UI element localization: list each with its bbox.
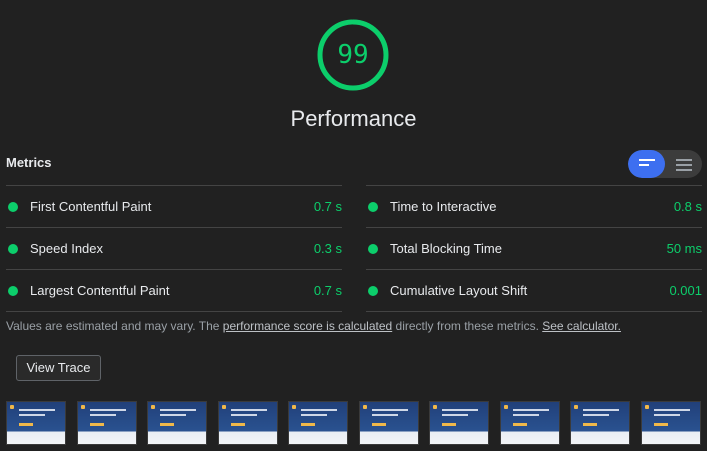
metric-value: 0.001	[669, 283, 702, 298]
logo-icon	[433, 405, 437, 409]
score-gauge: 99	[317, 19, 389, 91]
metric-value: 0.8 s	[673, 199, 702, 214]
score-calculated-link[interactable]: performance score is calculated	[223, 319, 392, 333]
metric-name: Cumulative Layout Shift	[390, 283, 528, 298]
metrics-header: Metrics	[6, 155, 52, 170]
category-title: Performance	[290, 106, 417, 131]
logo-icon	[222, 405, 226, 409]
view-trace-button[interactable]: View Trace	[16, 355, 101, 381]
logo-icon	[574, 405, 578, 409]
logo-icon	[292, 405, 296, 409]
note-prefix: Values are estimated and may vary. The	[6, 319, 223, 333]
filmstrip-frame	[147, 401, 207, 445]
pass-indicator-icon	[368, 244, 378, 254]
filmstrip-frame	[429, 401, 489, 445]
table-view-button[interactable]	[665, 150, 702, 178]
metrics-column-left: First Contentful Paint 0.7 s Speed Index…	[6, 185, 342, 312]
pass-indicator-icon	[368, 286, 378, 296]
filmstrip-frame	[570, 401, 630, 445]
table-view-icon	[676, 159, 692, 174]
list-view-button[interactable]	[628, 150, 665, 178]
metric-row[interactable]: Largest Contentful Paint 0.7 s	[6, 269, 342, 312]
see-calculator-link[interactable]: See calculator.	[542, 319, 621, 333]
logo-icon	[504, 405, 508, 409]
pass-indicator-icon	[8, 202, 18, 212]
filmstrip	[6, 401, 706, 445]
filmstrip-frame	[288, 401, 348, 445]
pass-indicator-icon	[8, 244, 18, 254]
filmstrip-frame	[6, 401, 66, 445]
metric-row[interactable]: Speed Index 0.3 s	[6, 227, 342, 269]
filmstrip-frame	[77, 401, 137, 445]
logo-icon	[10, 405, 14, 409]
metric-value: 0.7 s	[313, 199, 342, 214]
metric-value: 0.3 s	[313, 241, 342, 256]
metric-row[interactable]: First Contentful Paint 0.7 s	[6, 185, 342, 227]
metrics-note: Values are estimated and may vary. The p…	[6, 319, 621, 333]
metric-name: Speed Index	[30, 241, 104, 256]
filmstrip-frame	[359, 401, 419, 445]
metric-name: Largest Contentful Paint	[30, 283, 170, 298]
filmstrip-frame	[218, 401, 278, 445]
pass-indicator-icon	[368, 202, 378, 212]
metrics-column-right: Time to Interactive 0.8 s Total Blocking…	[366, 185, 702, 312]
metrics-view-toggle[interactable]	[628, 150, 702, 178]
metric-row[interactable]: Total Blocking Time 50 ms	[366, 227, 702, 269]
metric-name: Total Blocking Time	[390, 241, 502, 256]
metric-name: First Contentful Paint	[30, 199, 152, 214]
filmstrip-frame	[641, 401, 701, 445]
filmstrip-frame	[500, 401, 560, 445]
logo-icon	[363, 405, 367, 409]
metric-name: Time to Interactive	[390, 199, 497, 214]
metric-row[interactable]: Cumulative Layout Shift 0.001	[366, 269, 702, 312]
pass-indicator-icon	[8, 286, 18, 296]
logo-icon	[81, 405, 85, 409]
metric-row[interactable]: Time to Interactive 0.8 s	[366, 185, 702, 227]
metric-value: 50 ms	[666, 241, 702, 256]
metric-value: 0.7 s	[313, 283, 342, 298]
logo-icon	[645, 405, 649, 409]
list-view-icon	[639, 159, 655, 169]
note-middle: directly from these metrics.	[392, 319, 543, 333]
performance-score: 99	[337, 40, 369, 70]
logo-icon	[151, 405, 155, 409]
